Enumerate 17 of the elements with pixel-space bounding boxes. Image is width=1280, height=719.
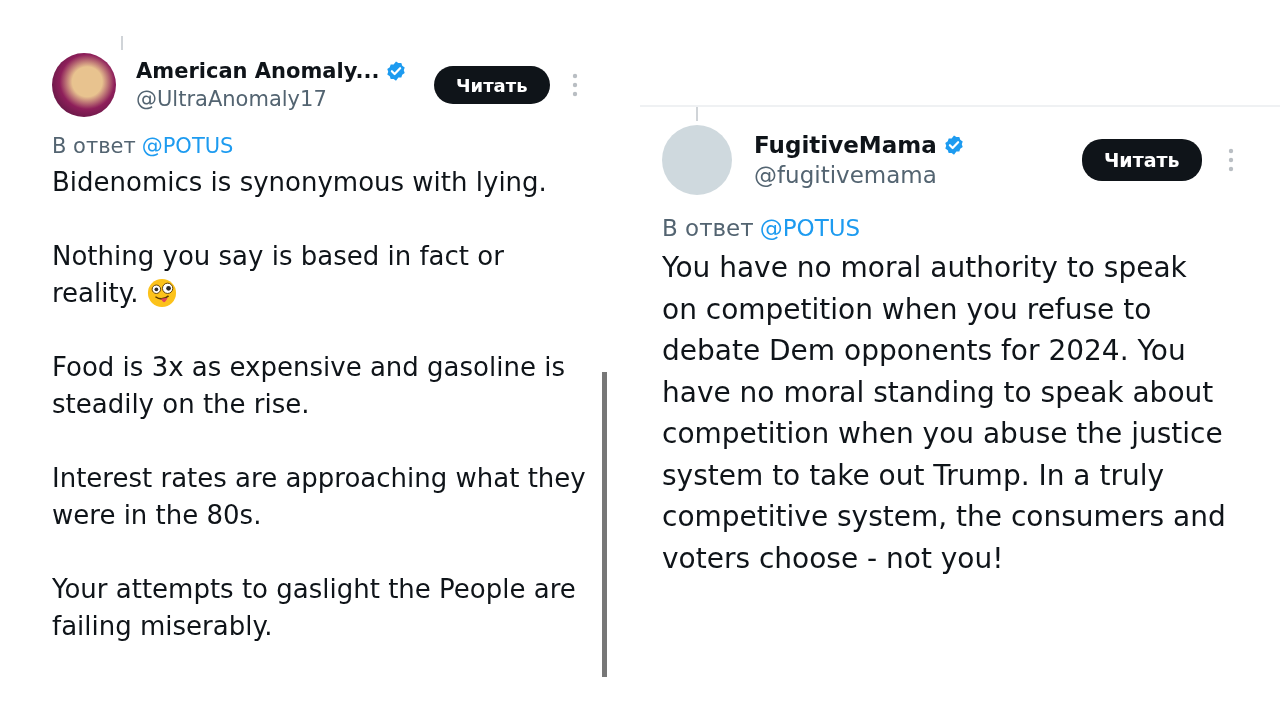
- tweet-text: You have no moral authority to speak on competition when you refuse to debate Dem opponents for 2024. You have no moral standing to speak about competition when you abuse the justice system to take out Trump. In a truly competitive system, the consumers and voters choose - not you!: [662, 250, 1226, 577]
- more-options-icon[interactable]: [1227, 148, 1234, 172]
- follow-button[interactable]: Читать: [1082, 139, 1202, 181]
- display-name: American Anomaly...: [136, 59, 380, 83]
- follow-button[interactable]: Читать: [434, 66, 550, 104]
- tweet-text: Bidenomics is synonymous with lying.: [52, 166, 548, 199]
- reply-label: В ответ: [662, 215, 754, 241]
- user-handle: @fugitivemama: [754, 162, 938, 188]
- winking-face-emoji-icon: [146, 278, 177, 308]
- user-handle: @UltraAnomaly17: [136, 87, 328, 111]
- more-options-icon[interactable]: [571, 73, 578, 97]
- tweet-text: Nothing you say is based in fact or reality.: [52, 240, 505, 310]
- display-name: FugitiveMama: [754, 132, 937, 158]
- reply-label: В ответ: [52, 134, 136, 158]
- tweet-text: Interest rates are approaching what they were in the 80s.: [52, 462, 587, 532]
- tweet-text: Your attempts to gaslight the People are failing miserably.: [52, 573, 577, 643]
- tweet-text: Food is 3x as expensive and gasoline is steadily on the rise.: [52, 351, 566, 421]
